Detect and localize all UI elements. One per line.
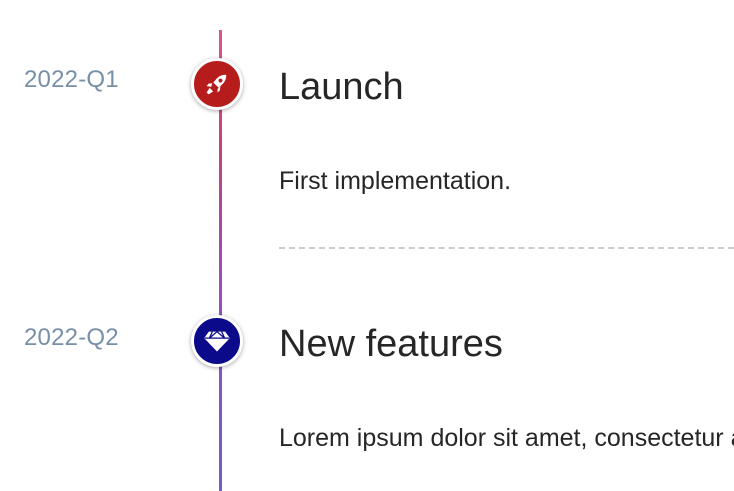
event-date: 2022-Q2 [24, 324, 119, 351]
timeline: 2022-Q1 Launch First implementation. 202… [0, 0, 734, 491]
event-title: Launch [279, 66, 404, 108]
event-title: New features [279, 323, 503, 365]
event-description: Lorem ipsum dolor sit amet, consectetur … [279, 424, 734, 452]
event-marker [191, 315, 243, 367]
event-divider [279, 247, 734, 249]
event-marker [191, 58, 243, 110]
event-date: 2022-Q1 [24, 66, 119, 93]
diamond-icon [204, 330, 230, 352]
rocket-icon [206, 74, 227, 95]
event-description: First implementation. [279, 167, 512, 195]
